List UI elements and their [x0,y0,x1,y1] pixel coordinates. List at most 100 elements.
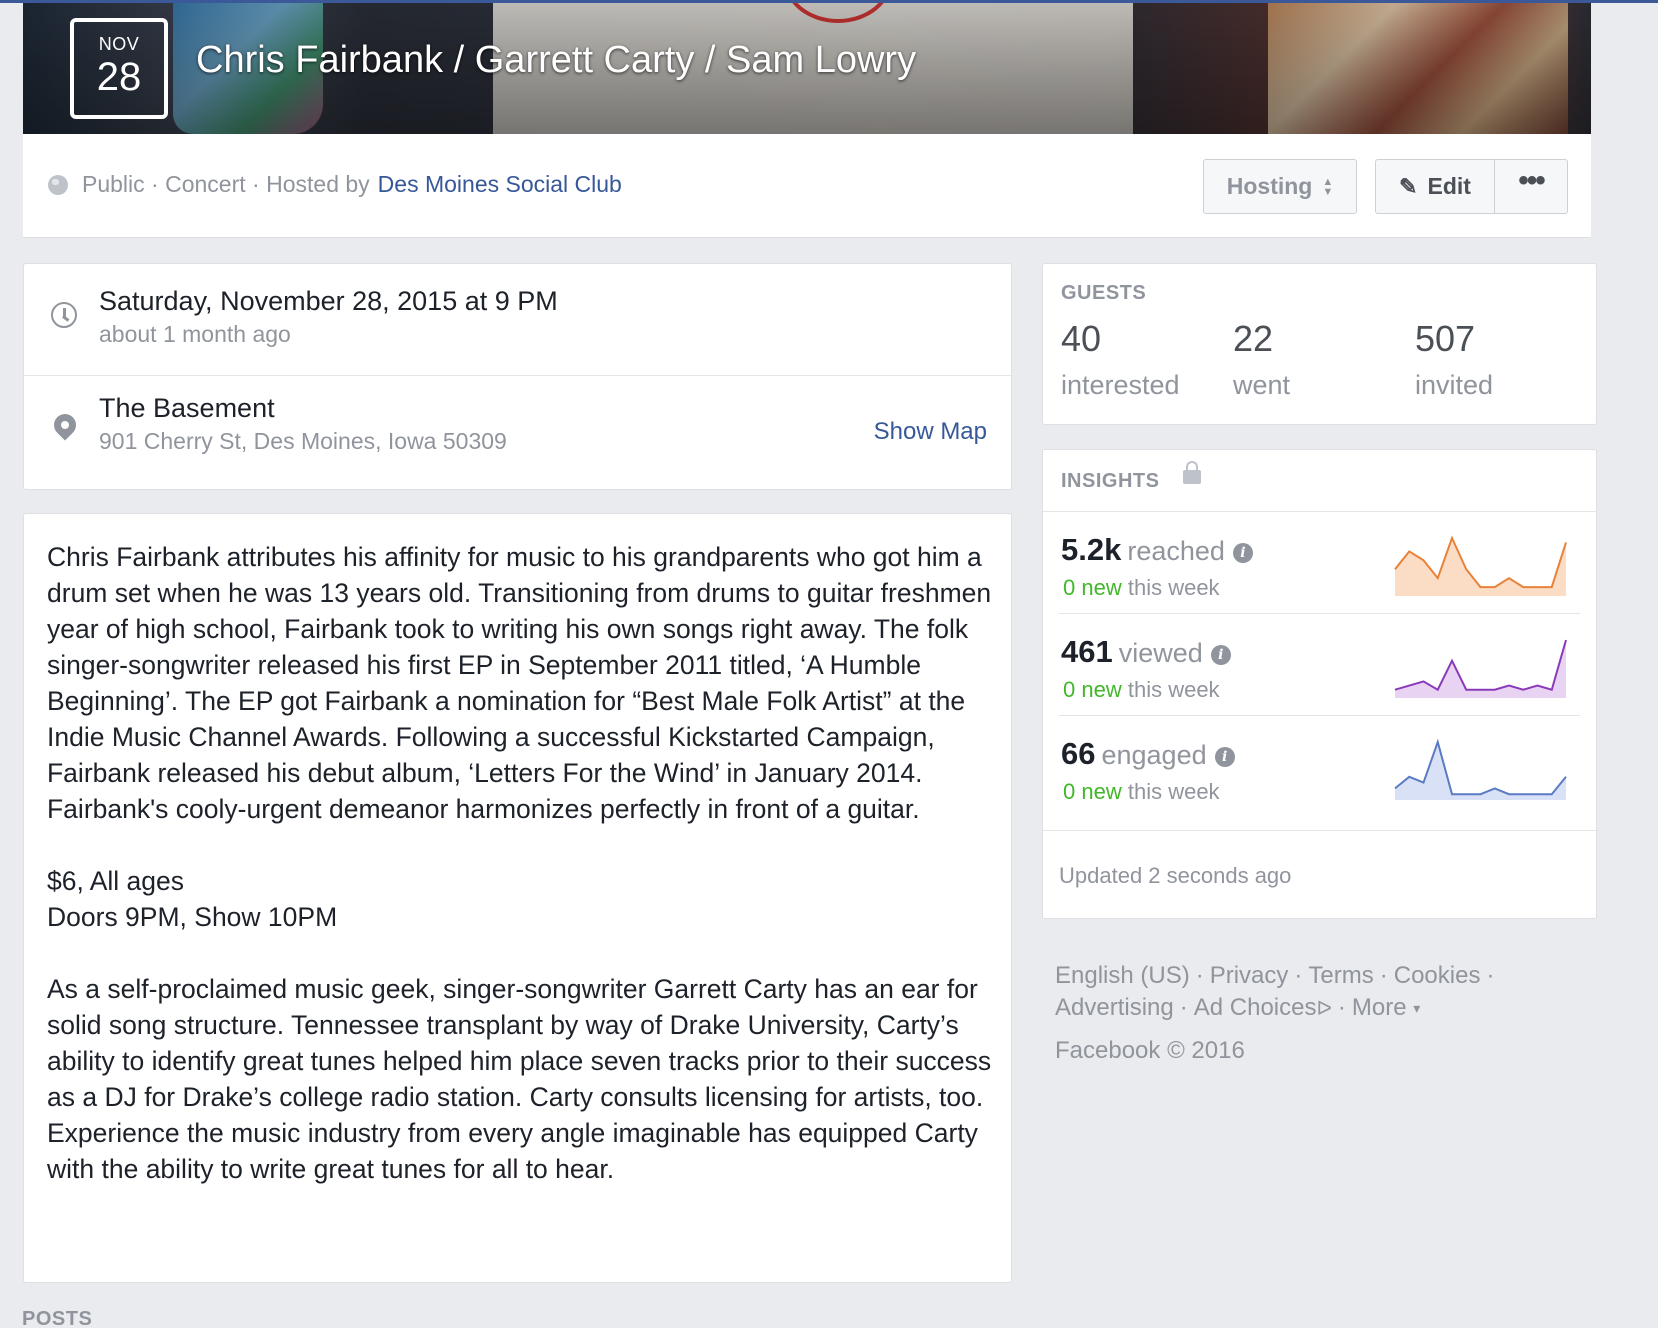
globe-icon [48,174,68,195]
event-description-card: Chris Fairbank attributes his affinity f… [23,513,1012,1283]
event-description: Chris Fairbank attributes his affinity f… [47,539,992,1223]
metric-new-count: 0 new [1063,677,1122,702]
insights-header: INSIGHTS [1043,450,1596,512]
separator: · [144,171,166,197]
ticket-price: $6, All ages [47,866,185,896]
metric-new-suffix: this week [1127,575,1220,600]
separator: · [1179,994,1188,1021]
viewed-sparkline [1394,639,1567,698]
category-label: Concert [165,171,246,197]
went-count[interactable]: 22 [1233,318,1273,360]
metric-new-line: 0 new this week [1063,575,1220,601]
lock-icon [1183,461,1201,484]
insight-metric-viewed[interactable]: 461 viewed i 0 new this week [1043,614,1596,716]
footer-link-cookies[interactable]: Cookies [1394,962,1481,989]
separator: · [1195,962,1204,989]
metric-label: viewed [1118,638,1203,668]
metric-value-line: 66 engaged i [1061,736,1235,772]
insights-updated-text: Updated 2 seconds ago [1059,863,1292,888]
event-time-row: Saturday, November 28, 2015 at 9 PM abou… [24,264,1011,376]
invited-count[interactable]: 507 [1415,318,1475,360]
footer-links: English (US) · Privacy · Terms · Cookies · Adve… [1055,960,1525,1025]
metric-value-line: 5.2k reached i [1061,532,1253,568]
event-datetime: Saturday, November 28, 2015 at 9 PM [99,286,558,316]
metric-label: engaged [1101,740,1207,770]
metric-new-suffix: this week [1127,677,1220,702]
event-cover-photo[interactable]: NOV 28 Chris Fairbank / Garrett Carty / … [23,3,1591,134]
hosting-dropdown-button[interactable]: Hosting ▲ ▼ [1203,159,1357,214]
separator: · [1337,994,1346,1021]
privacy-label: Public [82,171,145,197]
event-meta: Public · Concert · Hosted by Des Moines … [48,171,622,198]
insights-card: INSIGHTS 5.2k reached i 0 new this week 46… [1042,449,1597,919]
event-relative-time: about 1 month ago [99,321,291,347]
interested-count[interactable]: 40 [1061,318,1101,360]
location-pin-icon [49,409,81,441]
host-link[interactable]: Des Moines Social Club [378,171,622,198]
metric-value-line: 461 viewed i [1061,634,1231,670]
sparkline-line [1394,639,1567,692]
updown-arrows-icon: ▲ ▼ [1322,175,1334,198]
posts-section-label: POSTS [22,1308,93,1328]
door-times: Doors 9PM, Show 10PM [47,902,338,932]
pencil-icon: ✎ [1399,173,1418,199]
event-title: Chris Fairbank / Garrett Carty / Sam Low… [196,39,917,81]
footer-link-more[interactable]: More [1352,994,1407,1021]
guests-label: GUESTS [1061,282,1147,304]
separator: · [1294,962,1303,989]
reached-sparkline [1394,535,1567,596]
metric-value: 461 [1061,634,1113,669]
insight-metric-engaged[interactable]: 66 engaged i 0 new this week [1043,716,1596,818]
more-options-button[interactable]: ••• [1494,159,1568,214]
ellipsis-icon: ••• [1518,163,1545,197]
event-details-card: Saturday, November 28, 2015 at 9 PM abou… [23,263,1012,490]
info-icon[interactable]: i [1214,747,1235,767]
date-month: NOV [98,34,140,54]
event-location-row: The Basement 901 Cherry St, Des Moines, … [24,376,1011,490]
edit-label: Edit [1427,173,1471,199]
venue-name[interactable]: The Basement [99,393,275,424]
description-paragraph: $6, All ages Doors 9PM, Show 10PM [47,863,992,935]
metric-new-line: 0 new this week [1063,677,1220,703]
show-map-link[interactable]: Show Map [874,418,987,446]
went-label[interactable]: went [1233,370,1290,401]
guests-card: GUESTS 40 interested 22 went 507 invited [1042,263,1597,425]
separator: · [245,171,267,197]
separator: · [1486,962,1495,989]
footer-link-language[interactable]: English (US) [1055,962,1190,989]
metric-value: 5.2k [1061,532,1122,567]
divider [1043,830,1596,831]
event-header-bar: Public · Concert · Hosted by Des Moines … [23,134,1591,238]
metric-new-line: 0 new this week [1063,779,1220,805]
description-paragraph: As a self-proclaimed music geek, singer-… [47,974,992,1184]
event-date-badge: NOV 28 [70,18,168,119]
metric-new-count: 0 new [1063,575,1122,600]
metric-label: reached [1127,536,1225,566]
footer-copyright: Facebook © 2016 [1055,1037,1245,1064]
date-day: 28 [96,55,142,99]
engaged-sparkline [1394,738,1567,800]
hosting-label: Hosting [1226,173,1313,199]
metric-new-suffix: this week [1127,779,1220,804]
clock-icon [51,302,77,328]
footer-link-advertising[interactable]: Advertising [1055,994,1174,1021]
venue-address: 901 Cherry St, Des Moines, Iowa 50309 [99,428,507,454]
info-icon[interactable]: i [1232,543,1253,563]
interested-label[interactable]: interested [1061,370,1180,401]
footer-link-terms[interactable]: Terms [1308,962,1373,989]
ad-choices-icon: ᐅ [1316,998,1332,1020]
hosted-by-prefix: Hosted by [266,171,370,197]
page-footer: English (US) · Privacy · Terms · Cookies · Adve… [1055,960,1525,1067]
info-icon[interactable]: i [1210,645,1231,665]
metric-new-count: 0 new [1063,779,1122,804]
insight-metric-reached[interactable]: 5.2k reached i 0 new this week [1043,512,1596,614]
caret-down-icon[interactable]: ▾ [1413,1000,1420,1016]
description-paragraph: Chris Fairbank attributes his affinity f… [47,542,992,824]
insights-label: INSIGHTS [1061,470,1160,492]
metric-value: 66 [1061,736,1096,771]
separator: · [1379,962,1388,989]
edit-button[interactable]: ✎ Edit [1375,159,1495,214]
footer-link-ad-choices[interactable]: Ad Choices [1194,994,1317,1021]
invited-label[interactable]: invited [1415,370,1493,401]
footer-link-privacy[interactable]: Privacy [1210,962,1289,989]
